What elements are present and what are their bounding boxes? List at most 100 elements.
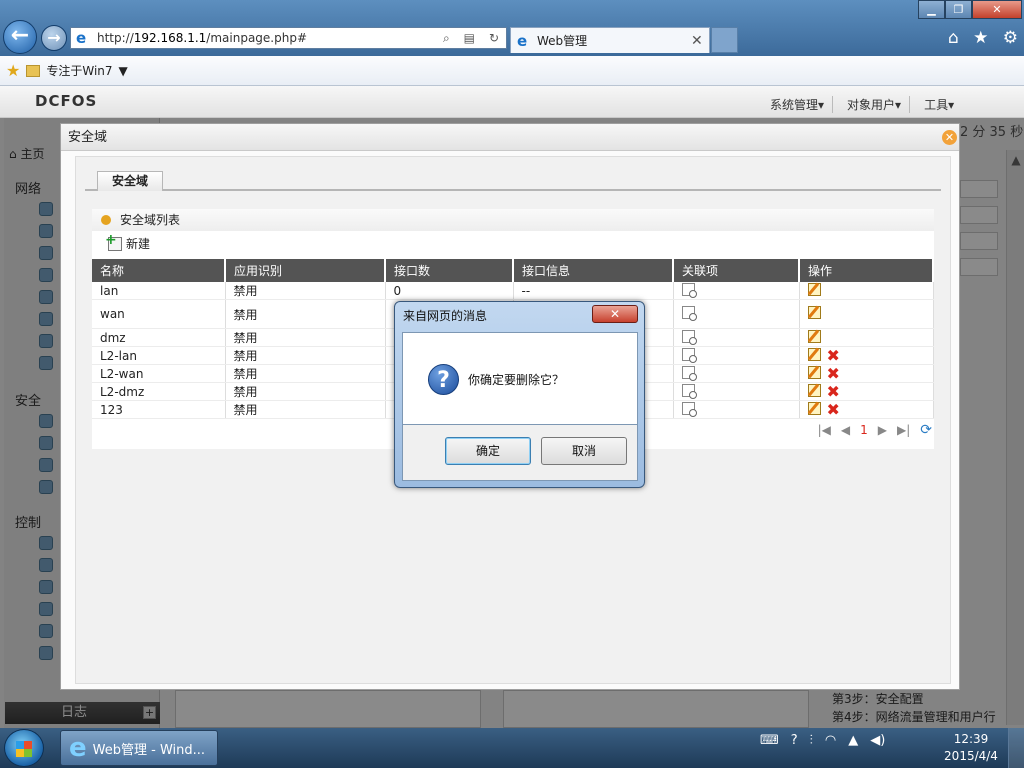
menu-tools[interactable]: 工具▾: [924, 96, 962, 113]
compat-view-icon[interactable]: ▤: [464, 31, 475, 46]
cell-name: L2-dmz: [92, 382, 226, 401]
app-logo: DCFOS: [35, 92, 98, 110]
search-icon[interactable]: ⌕: [443, 31, 450, 46]
show-hidden-icon[interactable]: ▲: [848, 733, 858, 748]
next-page-icon[interactable]: ▶: [878, 423, 887, 437]
dialog-close-button[interactable]: ✕: [592, 305, 638, 323]
add-icon: [105, 232, 122, 251]
new-tab-button[interactable]: [711, 27, 738, 53]
dialog-body: ? 你确定要删除它？: [402, 332, 638, 425]
chevron-down-icon[interactable]: ▼: [119, 64, 128, 78]
maximize-button[interactable]: ❐: [945, 0, 972, 19]
last-page-icon[interactable]: ▶|: [897, 423, 910, 437]
confirm-dialog: 来自网页的消息 ✕ ? 你确定要删除它？ 确定 取消: [394, 301, 645, 488]
prev-page-icon[interactable]: ◀: [841, 423, 850, 437]
edit-icon[interactable]: [807, 383, 821, 397]
home-icon[interactable]: ⌂: [948, 28, 959, 48]
ie-tab-icon: e: [517, 31, 528, 50]
refresh-icon[interactable]: ⟳: [920, 422, 932, 438]
ok-button[interactable]: 确定: [445, 437, 531, 465]
related-items-icon[interactable]: [681, 401, 697, 417]
clock-date: 2015/4/4: [944, 749, 998, 763]
related-items-icon[interactable]: [681, 282, 697, 298]
minimize-button[interactable]: ▁: [918, 0, 945, 19]
related-items-icon[interactable]: [681, 329, 697, 345]
favorites-item[interactable]: 专注于Win7: [46, 62, 112, 79]
first-page-icon[interactable]: |◀: [818, 423, 831, 437]
top-menu: 系统管理▾ 对象用户▾ 工具▾: [770, 96, 962, 113]
settings-gear-icon[interactable]: ⚙: [1003, 28, 1018, 48]
related-items-icon[interactable]: [681, 347, 697, 363]
volume-icon[interactable]: ◀): [870, 733, 885, 748]
delete-icon[interactable]: ✖: [827, 383, 840, 399]
edit-icon[interactable]: [807, 329, 821, 343]
edit-icon[interactable]: [807, 365, 821, 379]
delete-icon[interactable]: ✖: [827, 401, 840, 417]
cell-app: 禁用: [225, 299, 386, 329]
taskbar-clock[interactable]: 12:39 2015/4/4: [940, 731, 1002, 765]
edit-icon[interactable]: [807, 282, 821, 296]
cell-app: 禁用: [225, 346, 386, 365]
taskbar-item-label: Web管理 - Wind...: [92, 742, 206, 758]
bullet-icon: [101, 215, 111, 225]
windows-logo-icon: [16, 741, 32, 757]
cancel-button[interactable]: 取消: [541, 437, 627, 465]
edit-icon[interactable]: [807, 306, 821, 319]
edit-icon[interactable]: [807, 347, 821, 361]
cell-name: 123: [92, 400, 226, 419]
menu-object-users[interactable]: 对象用户▾: [847, 96, 911, 113]
edit-icon[interactable]: [807, 401, 821, 415]
start-button[interactable]: [4, 729, 44, 767]
favorites-star-icon[interactable]: ★: [973, 28, 988, 48]
ie-page-icon: e: [76, 29, 87, 47]
back-button[interactable]: ←: [3, 20, 37, 54]
clock-time: 12:39: [953, 732, 989, 746]
browser-tab[interactable]: e Web管理 ✕: [510, 27, 710, 53]
modal-tabbar: 安全域: [85, 169, 941, 191]
page-number[interactable]: 1: [860, 423, 868, 437]
related-items-icon[interactable]: [681, 306, 697, 321]
tab-close-icon[interactable]: ✕: [691, 33, 709, 49]
help-icon[interactable]: ?: [791, 733, 798, 748]
keyboard-icon[interactable]: ⌨: [760, 733, 779, 748]
modal-close-icon[interactable]: ✕: [942, 130, 957, 145]
modal-title: 安全域: [61, 124, 959, 151]
forward-button[interactable]: →: [41, 25, 67, 51]
folder-icon: [26, 64, 41, 77]
menu-system-management[interactable]: 系统管理▾: [770, 96, 834, 113]
new-zone-button[interactable]: 新建: [105, 232, 150, 252]
system-tray: ⌨ ? ⫶ ◠ ▲ ◀): [760, 733, 885, 748]
related-items-icon[interactable]: [681, 383, 697, 399]
col-name: 名称: [92, 259, 226, 282]
col-interface-count: 接口数: [385, 259, 514, 282]
question-icon: ?: [428, 364, 459, 395]
pager: |◀ ◀ 1 ▶ ▶| ⟳: [818, 422, 932, 438]
col-actions: 操作: [799, 259, 934, 282]
taskbar-ie-window[interactable]: e Web管理 - Wind...: [60, 730, 218, 766]
related-items-icon[interactable]: [681, 365, 697, 381]
address-bar[interactable]: e http://192.168.1.1/mainpage.php# ⌕ ▤ ↻: [70, 27, 507, 49]
col-app-recognition: 应用识别: [225, 259, 386, 282]
delete-icon[interactable]: ✖: [827, 347, 840, 363]
col-interface-info: 接口信息: [513, 259, 674, 282]
table-row: lan 禁用 0 --: [92, 282, 934, 300]
show-desktop-button[interactable]: [1008, 728, 1024, 768]
cell-name: wan: [92, 299, 226, 329]
address-controls: ⌕ ▤ ↻: [436, 31, 506, 46]
favorites-add-icon[interactable]: ★: [6, 61, 20, 80]
close-window-button[interactable]: ✕: [972, 0, 1022, 19]
cell-name: L2-wan: [92, 364, 226, 383]
col-related: 关联项: [673, 259, 800, 282]
browser-tool-icons: ⌂ ★ ⚙: [948, 28, 1018, 48]
ie-taskbar-icon: e: [69, 733, 87, 763]
tab-security-zone[interactable]: 安全域: [97, 171, 163, 191]
refresh-icon[interactable]: ↻: [489, 31, 499, 46]
favorites-bar: ★ 专注于Win7 ▼: [0, 56, 1024, 86]
cell-app: 禁用: [225, 364, 386, 383]
network-tray-icon[interactable]: ⫶: [810, 733, 813, 748]
list-title: 安全域列表: [92, 209, 934, 231]
cell-info: --: [513, 282, 674, 300]
wifi-icon[interactable]: ◠: [825, 733, 836, 748]
cell-app: 禁用: [225, 282, 386, 300]
delete-icon[interactable]: ✖: [827, 365, 840, 381]
